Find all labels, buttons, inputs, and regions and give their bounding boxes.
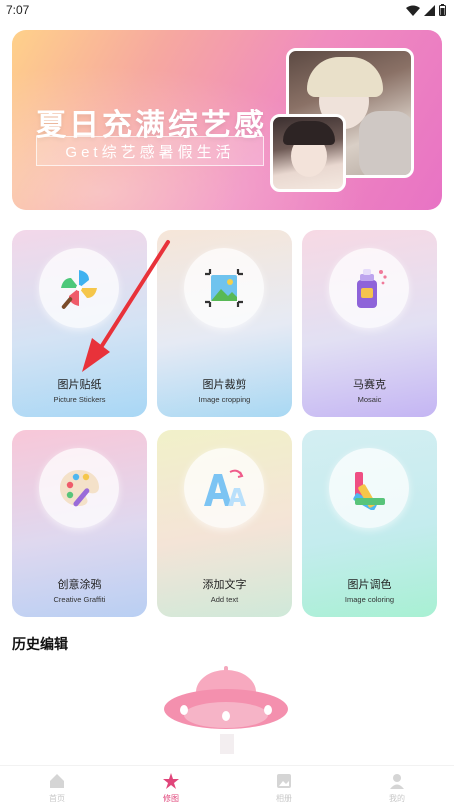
- home-icon: [50, 774, 64, 788]
- nav-item-home[interactable]: 首页: [27, 772, 87, 804]
- nav-item-edit[interactable]: 修图: [141, 772, 201, 804]
- nav-label: 首页: [49, 794, 65, 803]
- nav-label: 我的: [389, 794, 405, 803]
- nav-label: 相册: [276, 794, 292, 803]
- banner-photo-small: [270, 114, 346, 192]
- history-title: 历史编辑: [12, 636, 68, 652]
- profile-icon: [390, 774, 404, 789]
- bottom-nav: 首页 修图 相册 我的: [0, 765, 454, 807]
- ufo-empty-state-icon: [164, 666, 288, 754]
- nav-label: 修图: [163, 794, 179, 803]
- album-icon: [277, 774, 291, 788]
- nav-item-album[interactable]: 相册: [254, 772, 314, 804]
- banner-subtitle: Get综艺感暑假生活: [36, 136, 264, 166]
- nav-item-profile[interactable]: 我的: [367, 772, 427, 804]
- star-edit-icon: [163, 773, 179, 789]
